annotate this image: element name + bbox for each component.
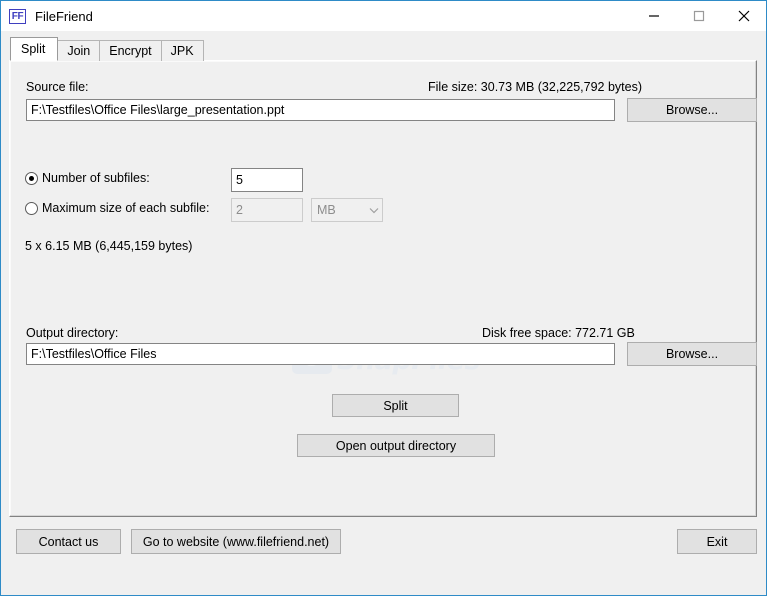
tab-jpk[interactable]: JPK — [160, 40, 204, 61]
application-window: FF FileFriend Split Join Encrypt JPK Sou… — [0, 0, 767, 596]
close-button[interactable] — [721, 1, 766, 31]
source-file-input[interactable] — [26, 99, 615, 121]
tab-split-label: Split — [21, 42, 46, 56]
source-browse-button[interactable]: Browse... — [627, 98, 757, 122]
footer-bar: Contact us Go to website (www.filefriend… — [1, 519, 766, 595]
title-bar: FF FileFriend — [1, 1, 766, 31]
contact-us-button[interactable]: Contact us — [16, 529, 121, 554]
go-to-website-button[interactable]: Go to website (www.filefriend.net) — [131, 529, 341, 554]
source-file-label: Source file: — [26, 80, 89, 94]
output-directory-input[interactable] — [26, 343, 615, 365]
split-result-summary: 5 x 6.15 MB (6,445,159 bytes) — [25, 239, 193, 253]
size-unit-select[interactable]: MB — [311, 198, 383, 222]
size-unit-value: MB — [317, 203, 336, 217]
tab-join-label: Join — [67, 44, 91, 58]
split-tab-panel: Source file: File size: 30.73 MB (32,225… — [9, 60, 757, 517]
number-of-subfiles-input[interactable] — [231, 168, 303, 192]
open-output-directory-button[interactable]: Open output directory — [297, 434, 495, 457]
tab-encrypt[interactable]: Encrypt — [99, 40, 162, 61]
radio-indicator-maxsize — [25, 201, 38, 215]
close-icon — [736, 8, 752, 24]
maximize-button[interactable] — [676, 1, 721, 31]
tab-encrypt-label: Encrypt — [109, 44, 152, 58]
minimize-icon — [647, 9, 661, 23]
disk-free-space-text: Disk free space: 772.71 GB — [482, 326, 635, 340]
app-icon: FF — [9, 8, 26, 24]
window-title: FileFriend — [35, 8, 93, 24]
maximum-size-radio[interactable]: Maximum size of each subfile: — [25, 201, 209, 215]
output-directory-label: Output directory: — [26, 326, 119, 340]
maximum-size-input[interactable] — [231, 198, 303, 222]
number-of-subfiles-radio[interactable]: Number of subfiles: — [25, 171, 150, 185]
chevron-down-icon — [365, 207, 382, 214]
number-of-subfiles-label: Number of subfiles: — [42, 171, 150, 185]
window-caption-buttons — [631, 1, 766, 31]
split-button[interactable]: Split — [332, 394, 459, 417]
split-tab-content: Source file: File size: 30.73 MB (32,225… — [10, 61, 757, 516]
file-size-text: File size: 30.73 MB (32,225,792 bytes) — [428, 80, 643, 94]
radio-indicator-number — [25, 171, 38, 185]
tab-jpk-label: JPK — [170, 44, 194, 58]
tab-join[interactable]: Join — [57, 40, 101, 61]
tab-strip: Split Join Encrypt JPK — [10, 37, 204, 61]
output-browse-button[interactable]: Browse... — [627, 342, 757, 366]
maximum-size-label: Maximum size of each subfile: — [42, 201, 210, 215]
maximize-icon — [692, 9, 706, 23]
tab-split[interactable]: Split — [10, 37, 59, 61]
minimize-button[interactable] — [631, 1, 676, 31]
exit-button[interactable]: Exit — [677, 529, 757, 554]
